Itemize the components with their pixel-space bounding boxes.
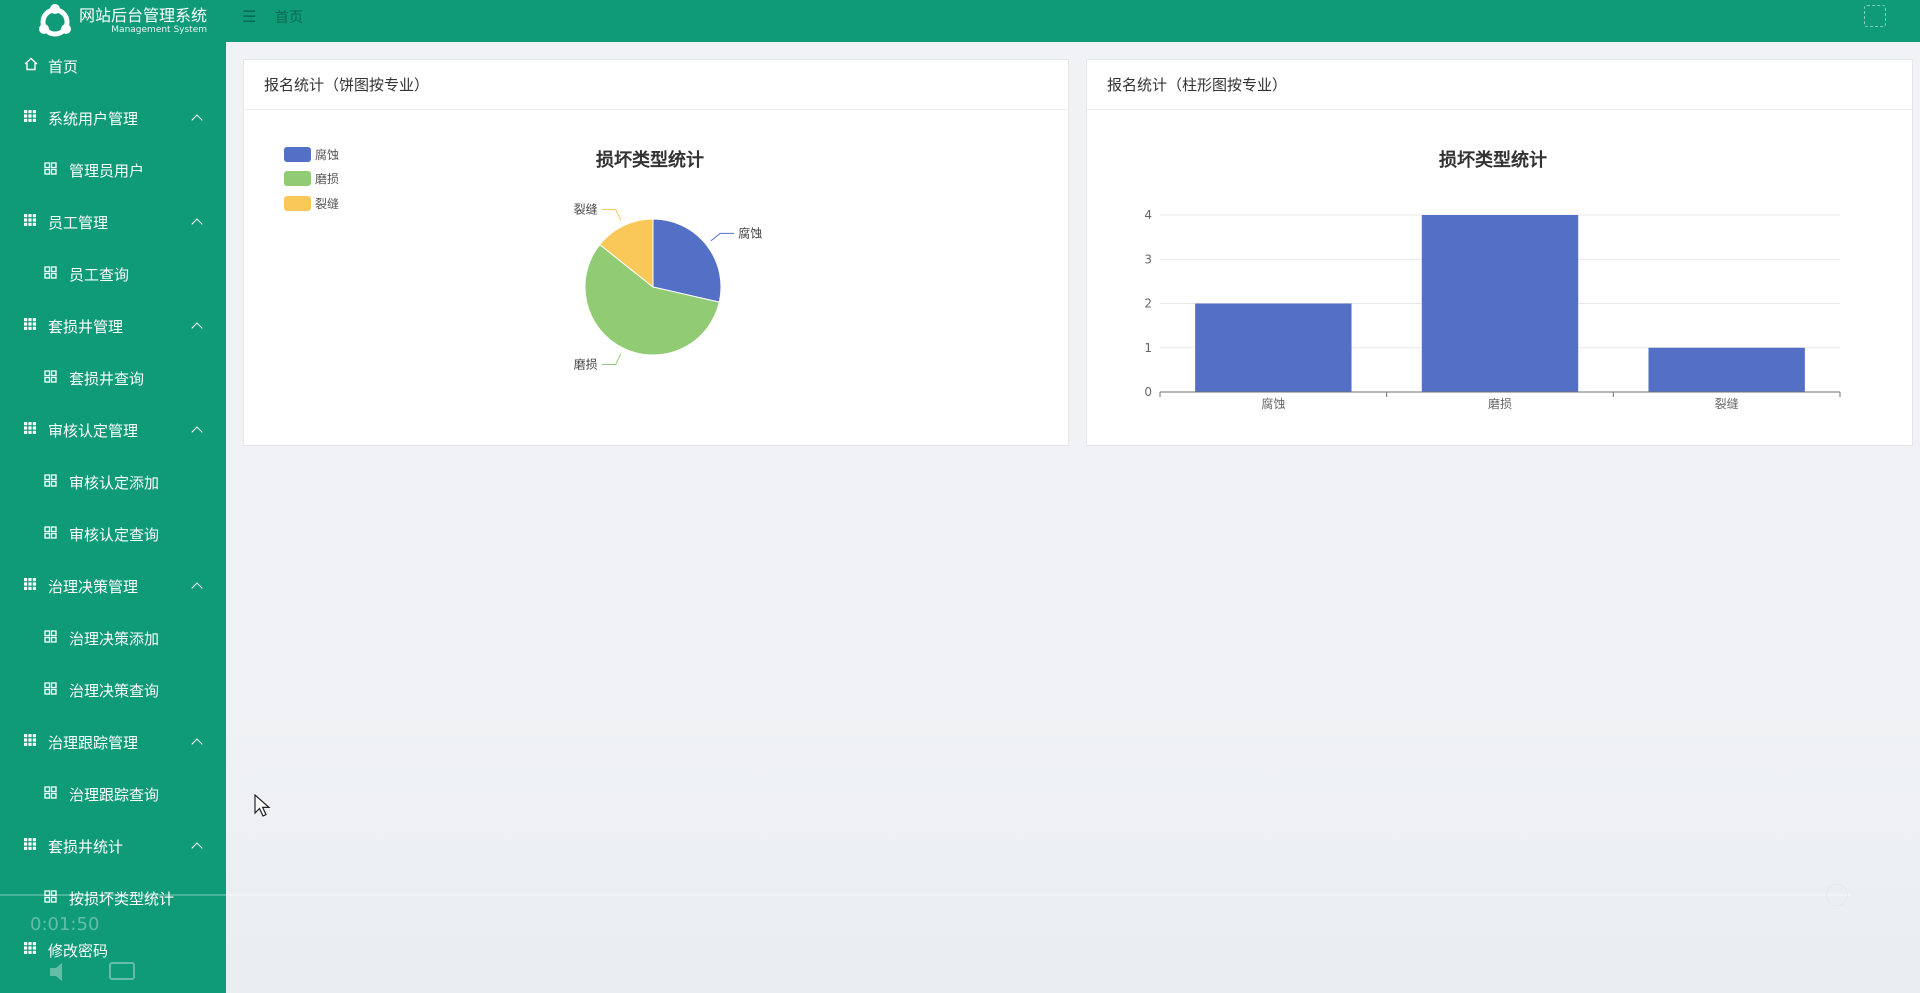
x-tick-label: 腐蚀 [1261,396,1285,411]
sidebar-item-label: 审核认定查询 [69,525,160,544]
grid-icon [24,578,36,594]
apps-icon [44,889,57,907]
x-tick-label: 裂缝 [1715,396,1739,411]
sidebar-item-label: 套损井查询 [69,369,145,388]
app-logo: 网站后台管理系统 Management System [36,2,208,40]
video-controls[interactable] [48,960,138,984]
sidebar-item[interactable]: 治理跟踪管理 [0,716,226,768]
bar-chart: 0 1 2 3 4 腐蚀 磨损 裂缝 [1144,208,1841,411]
y-tick-label: 4 [1144,208,1152,222]
y-tick-label: 3 [1144,252,1152,266]
top-header: 网站后台管理系统 Management System ☰ 首页 [0,0,1920,42]
background-fade [226,700,1920,993]
bar-chart-panel: 报名统计（柱形图按专业） 损坏类型统计 0 1 2 3 4 腐蚀 磨损 裂缝 [1086,59,1913,446]
pie-label-line [710,232,735,242]
sidebar-item-label: 员工管理 [48,213,109,232]
sidebar-item-label: 治理跟踪查询 [69,785,160,804]
sidebar-item-label: 管理员用户 [69,161,145,180]
sidebar-item-label: 治理决策管理 [48,577,139,596]
chevron-up-icon [191,218,203,230]
sidebar-item[interactable]: 首页 [0,40,226,92]
apps-icon [44,525,57,543]
grid-icon [24,110,36,126]
sidebar-item-label: 套损井统计 [48,837,124,856]
sidebar-item[interactable]: 治理决策查询 [0,664,226,716]
pie-label-line [601,353,622,365]
chevron-up-icon [191,842,203,854]
bar[interactable] [1195,303,1352,393]
pie-chart-panel: 报名统计（饼图按专业） 腐蚀 磨损 裂缝 损坏类型统计 腐蚀 磨损 裂缝 [243,59,1069,446]
sidebar-item[interactable]: 审核认定查询 [0,508,226,560]
sidebar-item[interactable]: 治理决策添加 [0,612,226,664]
sidebar-item[interactable]: 套损井查询 [0,352,226,404]
panel-title: 报名统计（饼图按专业） [244,60,1068,110]
sidebar-item[interactable]: 套损井管理 [0,300,226,352]
subtitle-icon [109,962,135,980]
sidebar-item-label: 治理决策添加 [69,629,160,648]
sidebar: 首页系统用户管理管理员用户员工管理员工查询套损井管理套损井查询审核认定管理审核认… [0,42,226,993]
pie-chart: 腐蚀磨损 裂缝 [574,202,763,372]
menu-toggle-icon[interactable]: ☰ [242,7,262,27]
sidebar-item[interactable]: 系统用户管理 [0,92,226,144]
apps-icon [44,681,57,699]
sidebar-item[interactable]: 管理员用户 [0,144,226,196]
home-icon [24,57,38,75]
chevron-up-icon [191,582,203,594]
sidebar-item-label: 按损坏类型统计 [69,889,175,908]
sidebar-item[interactable]: 治理决策管理 [0,560,226,612]
sidebar-item-label: 系统用户管理 [48,109,139,128]
volume-icon [50,963,62,981]
sidebar-item-label: 审核认定添加 [69,473,160,492]
app-title: 网站后台管理系统 [79,5,208,25]
panel-title: 报名统计（柱形图按专业） [1087,60,1912,110]
sidebar-item[interactable]: 治理跟踪查询 [0,768,226,820]
apps-icon [44,785,57,803]
sidebar-item-label: 治理决策查询 [69,681,160,700]
pie-slice-label: 磨损 [574,357,598,371]
apps-icon [44,265,57,283]
sidebar-item[interactable]: 员工查询 [0,248,226,300]
pie-label-line [601,209,622,221]
y-tick-label: 0 [1144,385,1152,399]
sidebar-item-label: 员工查询 [69,265,130,284]
grid-icon [24,318,36,334]
bar[interactable] [1648,347,1805,392]
sidebar-item-label: 治理跟踪管理 [48,733,139,752]
sidebar-item[interactable]: 套损井统计 [0,820,226,872]
chevron-up-icon [191,426,203,438]
y-tick-label: 1 [1144,341,1152,355]
apps-icon [44,473,57,491]
grid-icon [24,734,36,750]
sidebar-item-label: 审核认定管理 [48,421,139,440]
sidebar-item[interactable]: 审核认定管理 [0,404,226,456]
x-tick-label: 磨损 [1488,397,1512,411]
mouse-cursor-icon [254,794,271,817]
chevron-up-icon [191,114,203,126]
apps-icon [44,369,57,387]
chevron-up-icon [191,322,203,334]
y-tick-label: 2 [1144,297,1152,311]
logo-icon [39,4,71,37]
bar[interactable] [1421,215,1579,392]
sidebar-item-label: 套损井管理 [48,317,124,336]
apps-icon [44,629,57,647]
video-progress-knob[interactable] [1826,884,1848,906]
grid-icon [24,214,36,230]
video-progress-bar[interactable] [0,894,1850,896]
pie-slice-label: 腐蚀 [738,225,762,240]
apps-icon [44,161,57,179]
sidebar-item[interactable]: 员工管理 [0,196,226,248]
app-subtitle: Management System [111,24,208,35]
chevron-up-icon [191,738,203,750]
sidebar-item-label: 首页 [48,57,79,76]
grid-icon [24,838,36,854]
video-time: 0:01:50 [30,914,100,935]
breadcrumb[interactable]: 首页 [275,7,303,27]
sidebar-item[interactable]: 审核认定添加 [0,456,226,508]
pie-slice-label: 裂缝 [574,202,598,217]
sidebar-item-label: 修改密码 [48,941,109,960]
fullscreen-icon[interactable] [1864,5,1886,27]
grid-icon [24,422,36,438]
grid-icon [24,942,36,958]
